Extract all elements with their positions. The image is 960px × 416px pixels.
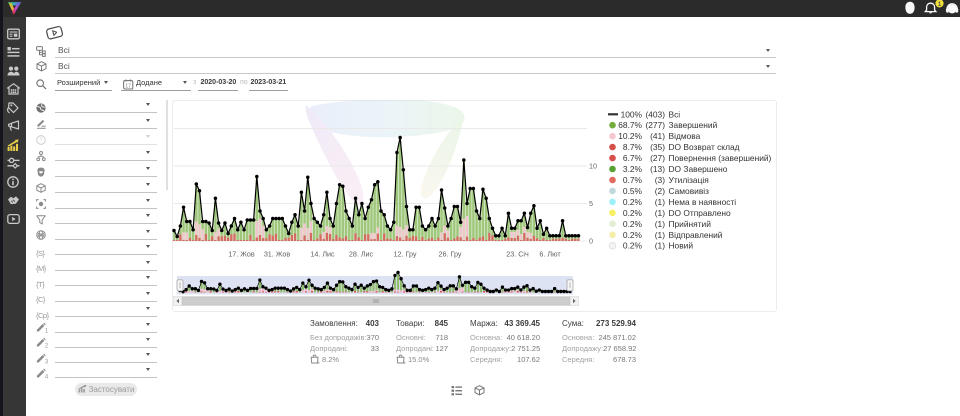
svg-text:0.5%: 0.5%	[623, 186, 643, 196]
svg-text:0.2%: 0.2%	[623, 197, 643, 207]
svg-text:6.7%: 6.7%	[623, 153, 643, 163]
svg-text:Нема в наявності: Нема в наявності	[669, 197, 737, 207]
svg-text:10: 10	[589, 162, 597, 171]
svg-text:0.2%: 0.2%	[623, 219, 643, 229]
svg-text:68.7%: 68.7%	[618, 120, 642, 130]
svg-text:10.2%: 10.2%	[618, 131, 642, 141]
svg-text:(41): (41)	[650, 131, 665, 141]
svg-text:DO Завершено: DO Завершено	[669, 164, 728, 174]
svg-text:(13): (13)	[650, 164, 665, 174]
svg-text:Новий: Новий	[669, 241, 694, 251]
svg-text:3.2%: 3.2%	[623, 164, 643, 174]
svg-text:Відмова: Відмова	[669, 131, 701, 141]
svg-text:26. Гру: 26. Гру	[439, 250, 462, 259]
svg-text:17: 17	[125, 83, 131, 89]
svg-text:12. Гру: 12. Гру	[394, 250, 417, 259]
svg-text:Прийнятий: Прийнятий	[669, 219, 712, 229]
svg-text:1: 1	[45, 329, 48, 334]
svg-text:(27): (27)	[650, 153, 665, 163]
svg-text:8.7%: 8.7%	[623, 142, 643, 152]
svg-text:(35): (35)	[650, 142, 665, 152]
svg-text:Самовивіз: Самовивіз	[669, 186, 710, 196]
svg-text:23. Січ: 23. Січ	[506, 250, 529, 259]
svg-text:4: 4	[45, 374, 48, 379]
svg-text:Всі: Всі	[669, 109, 681, 119]
svg-text:Завершений: Завершений	[669, 120, 718, 130]
svg-text:0.2%: 0.2%	[623, 208, 643, 218]
svg-text:(403): (403)	[645, 109, 665, 119]
svg-text:2: 2	[45, 344, 48, 349]
svg-text:x: x	[403, 360, 406, 364]
svg-text:(1): (1)	[655, 219, 665, 229]
svg-text:DO Возврат склад: DO Возврат склад	[669, 142, 740, 152]
svg-text:(1): (1)	[655, 197, 665, 207]
svg-text:Повернення (завершений): Повернення (завершений)	[669, 153, 772, 163]
svg-text:DO Отправлено: DO Отправлено	[669, 208, 732, 218]
svg-text:100%: 100%	[621, 109, 643, 119]
svg-text:17. Жов: 17. Жов	[228, 250, 255, 259]
svg-text:0.7%: 0.7%	[623, 175, 643, 185]
svg-text:Утилізація: Утилізація	[669, 175, 709, 185]
svg-text:3: 3	[45, 359, 48, 364]
svg-text:(1): (1)	[655, 241, 665, 251]
svg-text:6. Лют: 6. Лют	[539, 250, 561, 259]
svg-text:x: x	[317, 360, 320, 364]
svg-text:0: 0	[589, 237, 593, 246]
svg-text:(1): (1)	[655, 208, 665, 218]
svg-text:Відправлений: Відправлений	[669, 230, 723, 240]
svg-text:?: ?	[39, 138, 43, 144]
svg-text:14. Лис: 14. Лис	[310, 250, 335, 259]
svg-text:(1): (1)	[655, 230, 665, 240]
svg-text:28. Лис: 28. Лис	[349, 250, 374, 259]
svg-text:31. Жов: 31. Жов	[264, 250, 291, 259]
svg-text:(277): (277)	[645, 120, 665, 130]
svg-text:(3): (3)	[655, 175, 665, 185]
svg-text:5: 5	[589, 199, 593, 208]
svg-text:(2): (2)	[655, 186, 665, 196]
svg-text:0.2%: 0.2%	[623, 230, 643, 240]
svg-text:0.2%: 0.2%	[623, 241, 643, 251]
